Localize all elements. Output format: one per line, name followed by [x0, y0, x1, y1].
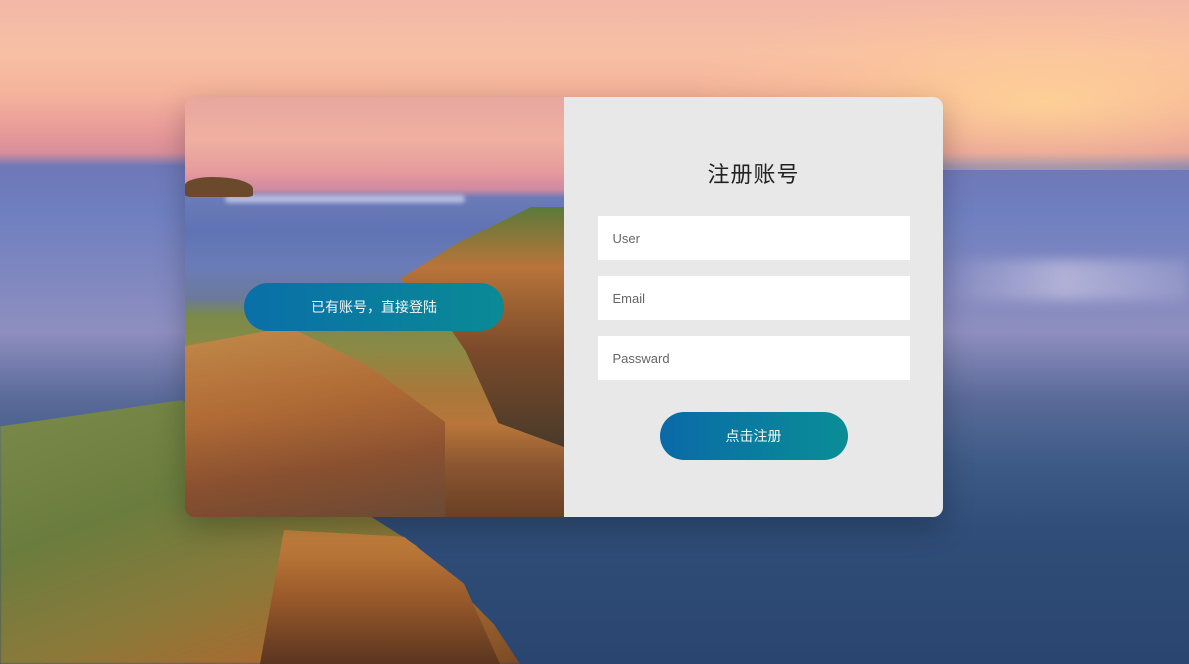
background-cliff	[260, 530, 500, 664]
image-panel: 已有账号，直接登陆	[185, 97, 564, 517]
register-button[interactable]: 点击注册	[659, 412, 848, 460]
form-title: 注册账号	[707, 163, 800, 188]
user-input[interactable]	[597, 216, 910, 260]
register-card: 已有账号，直接登陆 注册账号 点击注册	[185, 97, 943, 517]
panel-island	[185, 177, 253, 197]
background-sea-haze	[940, 260, 1189, 300]
email-input[interactable]	[597, 276, 910, 320]
panel-sea-streak	[225, 195, 465, 203]
panel-rocks	[185, 327, 445, 517]
go-to-login-button[interactable]: 已有账号，直接登陆	[244, 283, 504, 331]
register-form-panel: 注册账号 点击注册	[564, 97, 943, 517]
password-input[interactable]	[597, 336, 910, 380]
